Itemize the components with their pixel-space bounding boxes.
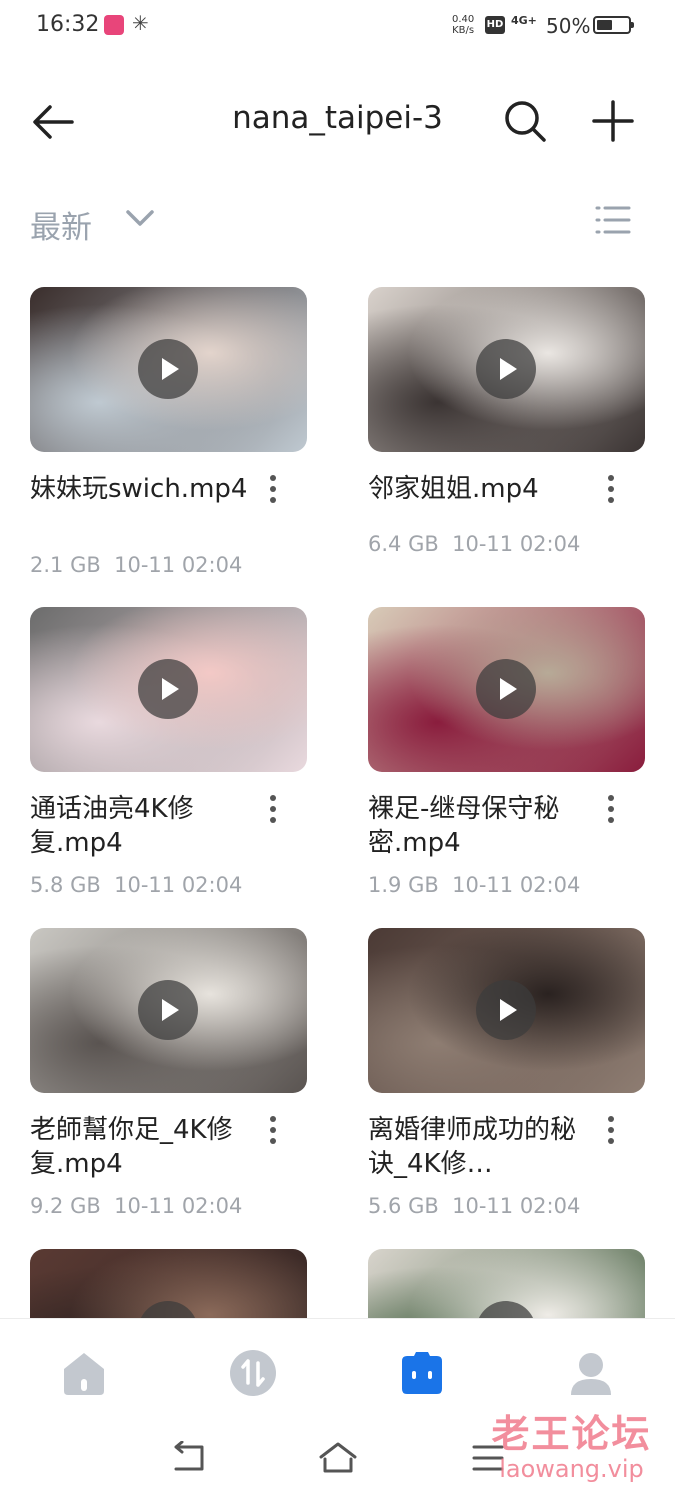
file-size: 6.4 GB (368, 532, 439, 556)
play-icon[interactable] (138, 339, 198, 399)
file-meta: 9.2 GB 10-11 02:04 (30, 1194, 307, 1218)
play-icon[interactable] (476, 980, 536, 1040)
transfer-icon[interactable] (229, 1349, 277, 1397)
file-size: 5.8 GB (30, 873, 101, 897)
app-notification-icon (104, 15, 124, 35)
arrow-left-icon[interactable] (30, 102, 76, 142)
video-thumbnail[interactable] (30, 607, 307, 772)
file-size: 1.9 GB (368, 873, 439, 897)
back-gesture-icon[interactable] (168, 1440, 208, 1475)
more-options-icon[interactable] (604, 793, 618, 827)
play-icon[interactable] (138, 659, 198, 719)
file-date: 10-11 02:04 (114, 1194, 243, 1218)
play-icon[interactable] (138, 980, 198, 1040)
file-meta: 5.6 GB 10-11 02:04 (368, 1194, 645, 1218)
file-meta: 1.9 GB 10-11 02:04 (368, 873, 645, 897)
signal-icon: 4G+ (511, 14, 537, 27)
file-name: 邻家姐姐.mp4 (368, 474, 539, 504)
more-options-icon[interactable] (604, 1114, 618, 1148)
plus-icon[interactable] (588, 96, 638, 146)
file-size: 9.2 GB (30, 1194, 101, 1218)
file-size: 2.1 GB (30, 553, 101, 577)
more-options-icon[interactable] (266, 793, 280, 827)
watermark: 老王论坛 laowang.vip (491, 1412, 652, 1483)
file-meta: 6.4 GB 10-11 02:04 (368, 532, 645, 556)
video-thumbnail[interactable] (368, 287, 645, 452)
video-thumbnail[interactable] (30, 928, 307, 1093)
more-options-icon[interactable] (266, 1114, 280, 1148)
more-options-icon[interactable] (604, 473, 618, 507)
file-name: 裸足-继母保守秘密.mp4 (368, 794, 560, 858)
battery-icon (593, 16, 634, 34)
video-thumbnail[interactable] (368, 607, 645, 772)
file-name: 妹妹玩swich.mp4 (30, 474, 248, 504)
hd-icon: HD (485, 16, 505, 34)
telecom-icon: ✳ (132, 11, 149, 35)
chevron-down-icon[interactable] (124, 206, 156, 230)
sort-dropdown[interactable]: 最新 (30, 202, 92, 247)
page-title: nana_taipei-3 (232, 100, 443, 136)
files-icon[interactable] (398, 1349, 446, 1397)
sort-bar: 最新 (0, 190, 675, 254)
file-date: 10-11 02:04 (452, 1194, 581, 1218)
file-meta: 2.1 GB 10-11 02:04 (30, 553, 307, 577)
status-time: 16:32 (36, 12, 100, 37)
network-speed: 0.40 KB/s (452, 14, 475, 36)
file-meta: 5.8 GB 10-11 02:04 (30, 873, 307, 897)
status-bar: 16:32 ✳ 0.40 KB/s HD 4G+ 50% (0, 0, 675, 54)
file-date: 10-11 02:04 (114, 553, 243, 577)
file-date: 10-11 02:04 (452, 532, 581, 556)
home-gesture-icon[interactable] (318, 1441, 358, 1475)
search-icon[interactable] (500, 96, 550, 146)
file-name: 通话油亮4K修复.mp4 (30, 794, 194, 858)
file-name: 离婚律师成功的秘诀_4K修… (368, 1115, 577, 1179)
video-thumbnail[interactable] (368, 928, 645, 1093)
video-thumbnail[interactable] (30, 287, 307, 452)
play-icon[interactable] (476, 339, 536, 399)
home-icon[interactable] (60, 1349, 108, 1397)
file-date: 10-11 02:04 (452, 873, 581, 897)
list-view-icon[interactable] (594, 204, 632, 236)
battery-percent: 50% (546, 14, 591, 38)
top-bar: nana_taipei-3 (0, 70, 675, 170)
more-options-icon[interactable] (266, 473, 280, 507)
file-size: 5.6 GB (368, 1194, 439, 1218)
file-date: 10-11 02:04 (114, 873, 243, 897)
play-icon[interactable] (476, 659, 536, 719)
profile-icon[interactable] (567, 1349, 615, 1397)
file-name: 老師幫你足_4K修复.mp4 (30, 1115, 233, 1179)
